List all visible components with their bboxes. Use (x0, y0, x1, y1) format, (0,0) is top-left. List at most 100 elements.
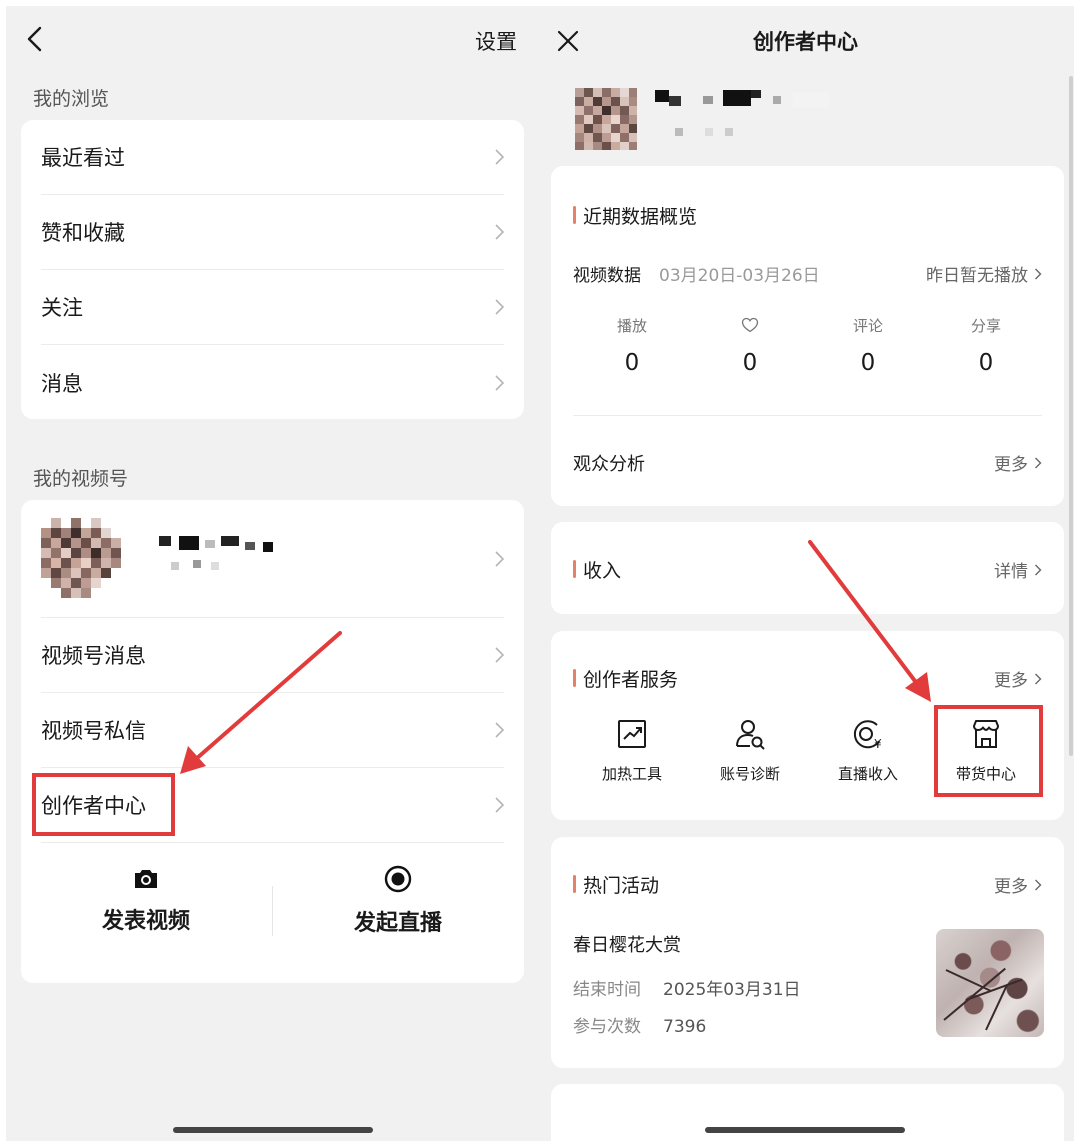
live-record-icon (384, 865, 412, 893)
page-title: 创作者中心 (753, 30, 858, 54)
card-title: 热门活动 (573, 871, 659, 898)
home-indicator (173, 1127, 373, 1133)
list-item-channel-messages[interactable]: 视频号消息 (41, 618, 504, 693)
stat-value: 0 (624, 350, 640, 376)
svg-text:¥: ¥ (874, 737, 882, 751)
chevron-right-icon (495, 647, 504, 663)
data-overview-card: 近期数据概览 视频数据 03月20日-03月26日 昨日暂无播放 播放 0 0 … (551, 166, 1064, 506)
card-title: 近期数据概览 (573, 202, 697, 229)
chevron-right-icon (495, 224, 504, 240)
list-item-recently-viewed[interactable]: 最近看过 (41, 120, 504, 195)
live-yuan-icon: ¥ (853, 720, 882, 751)
service-label: 直播收入 (837, 765, 898, 783)
stat-label (741, 314, 759, 336)
post-video-button[interactable]: 发表视频 (21, 846, 271, 956)
stat-value: 0 (978, 350, 994, 376)
chevron-right-icon (1035, 673, 1042, 684)
list-item-label: 视频号私信 (41, 719, 146, 743)
browse-section-title: 我的浏览 (33, 88, 110, 110)
chevron-right-icon (1035, 564, 1042, 575)
service-account-diagnosis[interactable]: 账号诊断 (691, 717, 809, 784)
chevron-right-icon (495, 550, 504, 567)
stat-value: 0 (860, 350, 876, 376)
scrollbar[interactable] (1069, 76, 1073, 756)
audience-analysis-label: 观众分析 (573, 454, 645, 475)
avatar (41, 518, 121, 598)
list-item-label: 最近看过 (41, 146, 125, 170)
participants-value: 7396 (663, 1017, 707, 1037)
channel-profile-row[interactable] (41, 500, 504, 618)
participants-label: 参与次数 (573, 1017, 641, 1037)
services-more-link[interactable]: 更多 (994, 666, 1042, 691)
event-thumbnail-image[interactable] (936, 929, 1044, 1037)
video-data-label: 视频数据 (573, 266, 641, 286)
channel-card: 视频号消息 视频号私信 创作者中心 发表视频 发起直播 (21, 500, 524, 983)
avatar (575, 88, 637, 150)
income-details-link[interactable]: 详情 (994, 557, 1042, 582)
home-indicator (705, 1127, 905, 1133)
wechat-me-panel: 设置 我的浏览 最近看过 赞和收藏 关注 消息 我的视频号 视频号消息 视频号私… (6, 6, 537, 1141)
stat-label: 分享 (970, 316, 1001, 335)
stats-row: 播放 0 0 评论 0 分享 0 (573, 314, 1045, 377)
user-search-icon (736, 720, 765, 750)
divider (573, 415, 1042, 416)
income-card[interactable]: 收入 详情 (551, 522, 1064, 614)
event-participants: 参与次数 7396 (573, 1012, 706, 1037)
stat-likes[interactable]: 0 (691, 314, 809, 376)
list-item-following[interactable]: 关注 (41, 270, 504, 345)
list-item-label: 消息 (41, 371, 83, 396)
audience-more-link[interactable]: 更多 (994, 450, 1042, 475)
list-item-likes-favorites[interactable]: 赞和收藏 (41, 195, 504, 270)
more-label: 更多 (994, 455, 1028, 475)
back-icon[interactable] (24, 26, 48, 52)
service-label: 账号诊断 (719, 765, 780, 783)
chevron-right-icon (495, 374, 504, 391)
event-end-time: 结束时间 2025年03月31日 (573, 975, 801, 1000)
stat-label: 评论 (852, 316, 883, 335)
profile-name-blurred (655, 88, 835, 138)
creator-center-highlight (32, 773, 175, 836)
camera-icon (135, 870, 157, 888)
service-live-income[interactable]: ¥ 直播收入 (809, 717, 927, 784)
list-item-label: 视频号消息 (41, 644, 146, 668)
list-item-label: 关注 (41, 296, 83, 320)
hot-events-card: 热门活动 更多 春日樱花大赏 结束时间 2025年03月31日 参与次数 7396 (551, 837, 1064, 1068)
more-label: 更多 (994, 671, 1028, 691)
heart-icon (741, 317, 759, 333)
chevron-right-icon (1035, 879, 1042, 890)
service-label: 加热工具 (601, 765, 662, 783)
events-more-link[interactable]: 更多 (994, 872, 1042, 897)
settings-button[interactable]: 设置 (475, 26, 517, 56)
creator-center-panel: 创作者中心 近期数据概览 视频数据 03月20日-03月26日 昨日暂无播放 播… (537, 6, 1074, 1141)
start-live-button[interactable]: 发起直播 (273, 846, 523, 956)
post-video-label: 发表视频 (101, 909, 190, 934)
start-live-label: 发起直播 (353, 911, 442, 936)
list-item-messages[interactable]: 消息 (41, 345, 504, 420)
browse-card: 最近看过 赞和收藏 关注 消息 (21, 120, 524, 419)
trend-chart-icon (618, 720, 646, 748)
card-title: 创作者服务 (573, 665, 678, 692)
stat-label: 播放 (616, 316, 647, 335)
stat-plays[interactable]: 播放 0 (573, 314, 691, 377)
list-item-label: 赞和收藏 (41, 221, 125, 245)
chevron-right-icon (495, 149, 504, 165)
stat-value: 0 (742, 350, 758, 376)
chevron-right-icon (1035, 457, 1042, 468)
service-boost-tools[interactable]: 加热工具 (573, 717, 691, 784)
event-name[interactable]: 春日樱花大赏 (573, 931, 681, 957)
yesterday-no-play-label: 昨日暂无播放 (926, 266, 1028, 286)
yesterday-no-play-link[interactable]: 昨日暂无播放 (926, 261, 1042, 286)
stat-shares[interactable]: 分享 0 (927, 314, 1045, 377)
chevron-right-icon (1035, 268, 1042, 279)
card-title: 收入 (573, 556, 621, 583)
channel-section-title: 我的视频号 (33, 468, 129, 490)
end-time-value: 2025年03月31日 (663, 980, 801, 1000)
end-time-label: 结束时间 (573, 980, 641, 1000)
chevron-right-icon (495, 797, 504, 813)
chevron-right-icon (495, 722, 504, 738)
details-label: 详情 (994, 562, 1028, 582)
channel-name-blurred (159, 536, 289, 576)
list-item-channel-private-messages[interactable]: 视频号私信 (41, 693, 504, 768)
stat-comments[interactable]: 评论 0 (809, 314, 927, 377)
shop-center-highlight (934, 705, 1043, 797)
